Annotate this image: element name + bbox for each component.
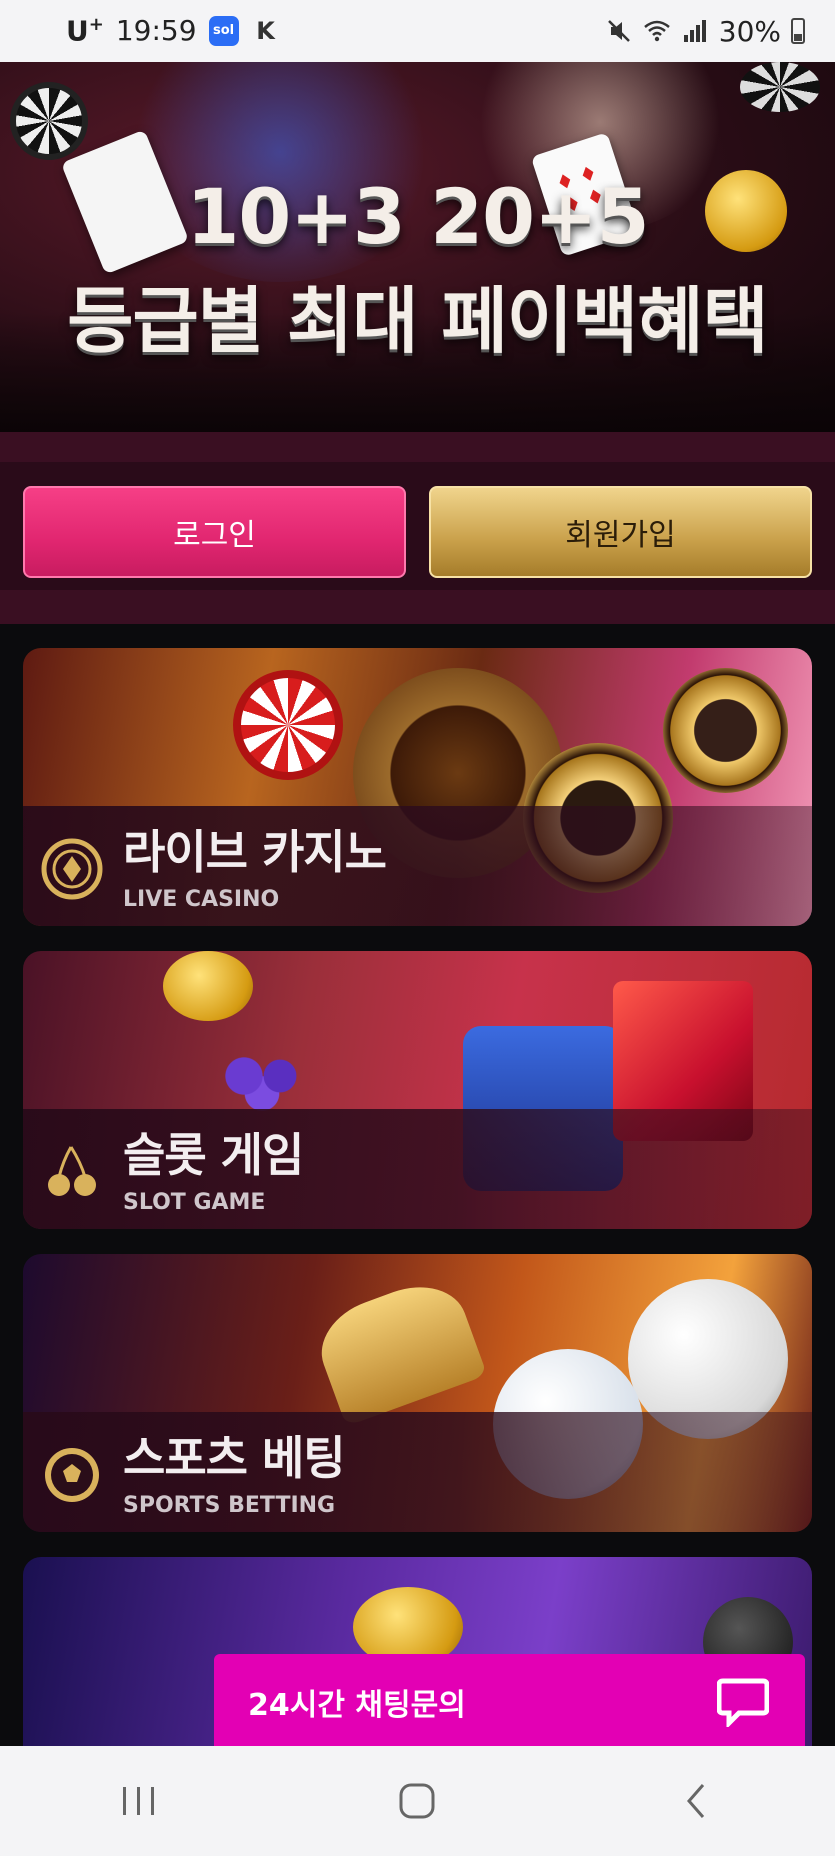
category-title: 슬롯 게임 <box>123 1128 304 1182</box>
live-chat-button[interactable]: 24시간 채팅문의 <box>214 1654 805 1750</box>
mute-icon <box>607 20 630 42</box>
status-bar: U+ 19:59 sol K 30% <box>0 0 835 62</box>
poker-chip-icon <box>10 82 88 160</box>
home-icon <box>399 1783 435 1819</box>
wifi-icon <box>643 20 670 42</box>
gold-coin-icon <box>163 951 253 1021</box>
category-subtitle: SLOT GAME <box>123 1190 266 1215</box>
status-left: U+ 19:59 sol K <box>66 14 281 47</box>
carrier-name: U <box>66 14 89 48</box>
category-title: 스포츠 베팅 <box>123 1431 346 1485</box>
banner-subheadline: 등급별 최대 페이백혜택 <box>67 279 769 363</box>
status-right: 30% <box>605 15 805 48</box>
back-icon <box>686 1784 704 1818</box>
notification-app-icon: K <box>256 16 275 45</box>
chat-label: 24시간 채팅문의 <box>248 1688 466 1723</box>
category-subtitle: SPORTS BETTING <box>123 1493 336 1518</box>
soccer-ball-icon <box>41 1444 103 1506</box>
system-nav-bar <box>0 1746 835 1856</box>
grapes-icon <box>208 1041 328 1111</box>
recents-button[interactable] <box>94 1766 184 1836</box>
cherry-icon <box>41 1141 103 1203</box>
app-screen: U+ 19:59 sol K 30% ♦ ♦ ♦ ♦ 10+3 20+5 등급별… <box>0 0 835 1856</box>
category-card-live-casino[interactable]: 라이브 카지노 LIVE CASINO <box>23 648 812 926</box>
recents-icon <box>123 1787 155 1815</box>
casino-chip-icon <box>41 838 103 900</box>
category-subtitle: LIVE CASINO <box>123 887 280 912</box>
roulette-chip-icon <box>233 670 343 780</box>
poker-chip-icon <box>740 62 820 112</box>
sol-app-icon: sol <box>208 15 239 46</box>
clock: 19:59 <box>115 14 197 48</box>
back-button[interactable] <box>651 1766 741 1836</box>
signup-button[interactable]: 회원가입 <box>429 486 812 578</box>
carrier-plus: + <box>88 14 104 36</box>
auth-section: 로그인 회원가입 <box>0 432 835 624</box>
category-title: 라이브 카지노 <box>123 825 387 879</box>
signal-icon <box>683 20 706 42</box>
login-button[interactable]: 로그인 <box>23 486 406 578</box>
category-card-slot-game[interactable]: 슬롯 게임 SLOT GAME <box>23 951 812 1229</box>
chat-bubble-icon <box>717 1678 769 1727</box>
home-button[interactable] <box>372 1766 462 1836</box>
carrier-label: U+ <box>66 14 104 47</box>
gold-chip-icon <box>663 668 788 793</box>
category-card-sports-betting[interactable]: 스포츠 베팅 SPORTS BETTING <box>23 1254 812 1532</box>
banner-headline: 10+3 20+5 <box>186 172 649 261</box>
battery-icon <box>791 18 805 44</box>
battery-percent: 30% <box>718 14 781 48</box>
promo-banner[interactable]: 10+3 20+5 등급별 최대 페이백혜택 <box>0 62 835 432</box>
